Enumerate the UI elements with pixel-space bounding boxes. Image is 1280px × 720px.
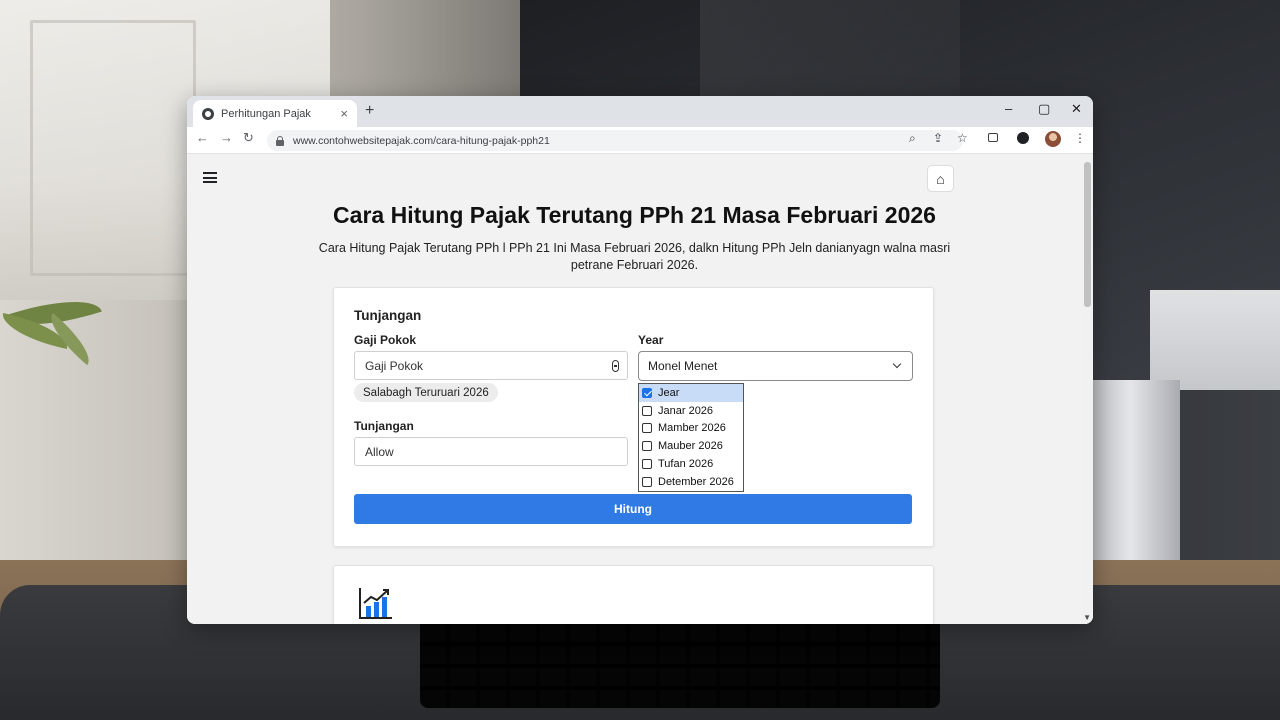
page-content: ⌂ Cara Hitung Pajak Terutang PPh 21 Masa… xyxy=(187,154,1093,624)
keyboard xyxy=(420,618,940,708)
bookmark-star-icon[interactable]: ☆ xyxy=(957,132,968,144)
favicon-icon xyxy=(202,107,214,120)
forward-button[interactable]: → xyxy=(220,131,233,144)
close-window-button[interactable]: ✕ xyxy=(1071,102,1082,115)
zoom-icon[interactable]: ⌕ xyxy=(909,132,916,144)
checkbox-icon[interactable] xyxy=(642,405,652,416)
monitor-stand-top xyxy=(1150,290,1280,390)
chevron-down-icon xyxy=(892,359,902,369)
checkbox-icon[interactable] xyxy=(642,459,652,470)
results-card xyxy=(333,565,934,624)
address-bar[interactable]: www.contohwebsitepajak.com/cara-hitung-p… xyxy=(267,130,963,151)
home-icon: ⌂ xyxy=(936,170,945,187)
tab-title: Perhitungan Pajak xyxy=(221,107,311,120)
home-button[interactable]: ⌂ xyxy=(927,165,954,192)
checkbox-icon[interactable] xyxy=(642,441,652,452)
gaji-pokok-label: Gaji Pokok xyxy=(354,333,417,347)
scrollbar-thumb[interactable] xyxy=(1084,162,1091,307)
bar-chart-icon xyxy=(359,588,392,619)
back-button[interactable]: ← xyxy=(196,131,209,144)
hitung-button[interactable]: Hitung xyxy=(354,494,912,524)
tab-perhitungan-pajak[interactable]: Perhitungan Pajak × xyxy=(193,100,357,127)
year-selected-value: Monel Menet xyxy=(648,359,718,373)
browser-menu-icon[interactable]: ⋮ xyxy=(1074,132,1086,144)
option-label: Janar 2026 xyxy=(658,404,714,417)
tab-bar: Perhitungan Pajak × + – ▢ ✕ xyxy=(187,96,1093,127)
checkbox-checked-icon[interactable] xyxy=(642,387,652,398)
maximize-button[interactable]: ▢ xyxy=(1038,102,1050,115)
browser-window: Perhitungan Pajak × + – ▢ ✕ ← → ↻ www.co… xyxy=(187,96,1093,624)
dropdown-option[interactable]: Jear xyxy=(639,384,743,402)
dropdown-option[interactable]: Janar 2026 xyxy=(639,402,743,420)
share-icon[interactable]: ⇪ xyxy=(933,132,943,144)
page-title: Cara Hitung Pajak Terutang PPh 21 Masa F… xyxy=(333,202,936,228)
option-label: Mauber 2026 xyxy=(658,440,723,453)
tab-search-icon[interactable] xyxy=(988,133,998,142)
year-label: Year xyxy=(638,333,664,347)
year-select[interactable]: Monel Menet xyxy=(638,351,913,381)
tunjangan-input[interactable]: Allow xyxy=(354,437,628,466)
checkbox-icon[interactable] xyxy=(642,476,652,487)
page-subtitle: Cara Hitung Pajak Terutang PPh l PPh 21 … xyxy=(318,241,951,272)
url-text: www.contohwebsitepajak.com/cara-hitung-p… xyxy=(293,134,550,147)
dropdown-option[interactable]: Detember 2026 xyxy=(639,473,743,491)
profile-avatar[interactable] xyxy=(1045,131,1061,147)
option-label: Jear xyxy=(658,386,680,399)
window-frame xyxy=(30,20,196,276)
year-dropdown-list: Jear Janar 2026 Mamber 2026 Mauber 2026 … xyxy=(638,383,744,492)
reload-button[interactable]: ↻ xyxy=(243,131,254,144)
gaji-pokok-value: Gaji Pokok xyxy=(365,358,424,373)
vertical-scrollbar[interactable]: ▼ xyxy=(1082,154,1093,624)
lock-icon xyxy=(275,135,285,146)
option-label: Tufan 2026 xyxy=(658,458,714,471)
gaji-pokok-input[interactable]: Gaji Pokok xyxy=(354,351,628,380)
tunjangan-value: Allow xyxy=(365,444,394,459)
option-label: Detember 2026 xyxy=(658,475,734,488)
number-stepper-icon[interactable] xyxy=(612,360,619,372)
option-label: Mamber 2026 xyxy=(658,422,726,435)
plant xyxy=(0,286,120,370)
checkbox-icon[interactable] xyxy=(642,423,652,434)
dropdown-option[interactable]: Mauber 2026 xyxy=(639,437,743,455)
browser-toolbar: ← → ↻ www.contohwebsitepajak.com/cara-hi… xyxy=(187,127,1093,154)
tunjangan-label: Tunjangan xyxy=(354,419,414,433)
hamburger-menu-icon[interactable] xyxy=(203,172,217,183)
dropdown-option[interactable]: Tufan 2026 xyxy=(639,455,743,473)
tab-close-icon[interactable]: × xyxy=(340,107,348,120)
calculator-form-card: Tunjangan Gaji Pokok Gaji Pokok Salabagh… xyxy=(333,287,934,547)
period-chip: Salabagh Teruruari 2026 xyxy=(354,383,498,402)
minimize-button[interactable]: – xyxy=(1005,102,1012,115)
dropdown-option[interactable]: Mamber 2026 xyxy=(639,420,743,438)
scroll-down-arrow-icon[interactable]: ▼ xyxy=(1083,613,1091,622)
extension-icon[interactable] xyxy=(1017,132,1029,144)
new-tab-button[interactable]: + xyxy=(365,102,374,120)
section-title: Tunjangan xyxy=(354,308,422,323)
